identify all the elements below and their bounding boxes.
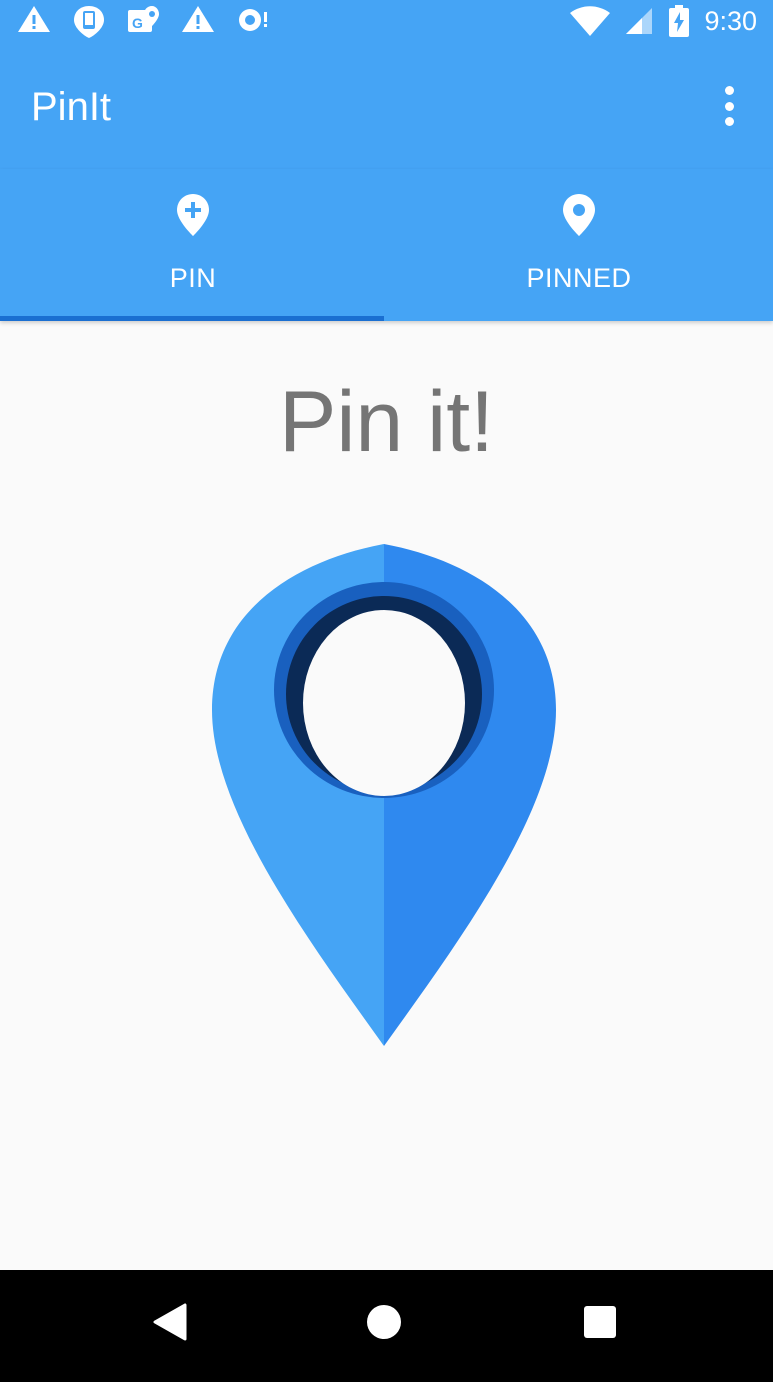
warning-icon bbox=[182, 6, 214, 32]
map-pin-icon bbox=[212, 544, 556, 1046]
add-location-icon bbox=[177, 194, 209, 236]
page-heading: Pin it! bbox=[278, 374, 495, 470]
wifi-icon bbox=[570, 6, 611, 36]
app-bar: PinIt bbox=[0, 42, 773, 169]
home-button[interactable] bbox=[344, 1270, 424, 1374]
back-icon bbox=[153, 1303, 187, 1341]
status-time: 9:30 bbox=[704, 6, 757, 36]
notification-icons: G bbox=[16, 4, 270, 38]
location-icon bbox=[563, 194, 595, 236]
back-button[interactable] bbox=[130, 1270, 210, 1374]
tab-pin[interactable]: PIN bbox=[0, 169, 386, 321]
gallery-icon: G bbox=[128, 6, 159, 32]
recents-icon bbox=[584, 1306, 616, 1338]
cell-signal-icon bbox=[626, 8, 653, 34]
more-vert-icon[interactable] bbox=[719, 86, 739, 126]
warning-icon bbox=[18, 6, 50, 32]
tab-pinned[interactable]: PINNED bbox=[386, 169, 772, 321]
recents-button[interactable] bbox=[560, 1270, 640, 1374]
tab-bar: PIN PINNED bbox=[0, 169, 773, 321]
phone-icon bbox=[74, 6, 104, 38]
home-icon bbox=[367, 1305, 401, 1339]
tab-label: PINNED bbox=[526, 263, 632, 293]
status-bar: G 9:30 bbox=[0, 0, 773, 42]
battery-charging-icon bbox=[669, 5, 690, 37]
tab-label: PIN bbox=[169, 263, 217, 293]
sync-icon bbox=[239, 9, 267, 31]
svg-text:G: G bbox=[132, 15, 143, 31]
tab-indicator bbox=[0, 316, 384, 321]
navigation-bar bbox=[0, 1270, 773, 1382]
app-title: PinIt bbox=[31, 85, 112, 129]
system-icons: 9:30 bbox=[570, 4, 757, 38]
